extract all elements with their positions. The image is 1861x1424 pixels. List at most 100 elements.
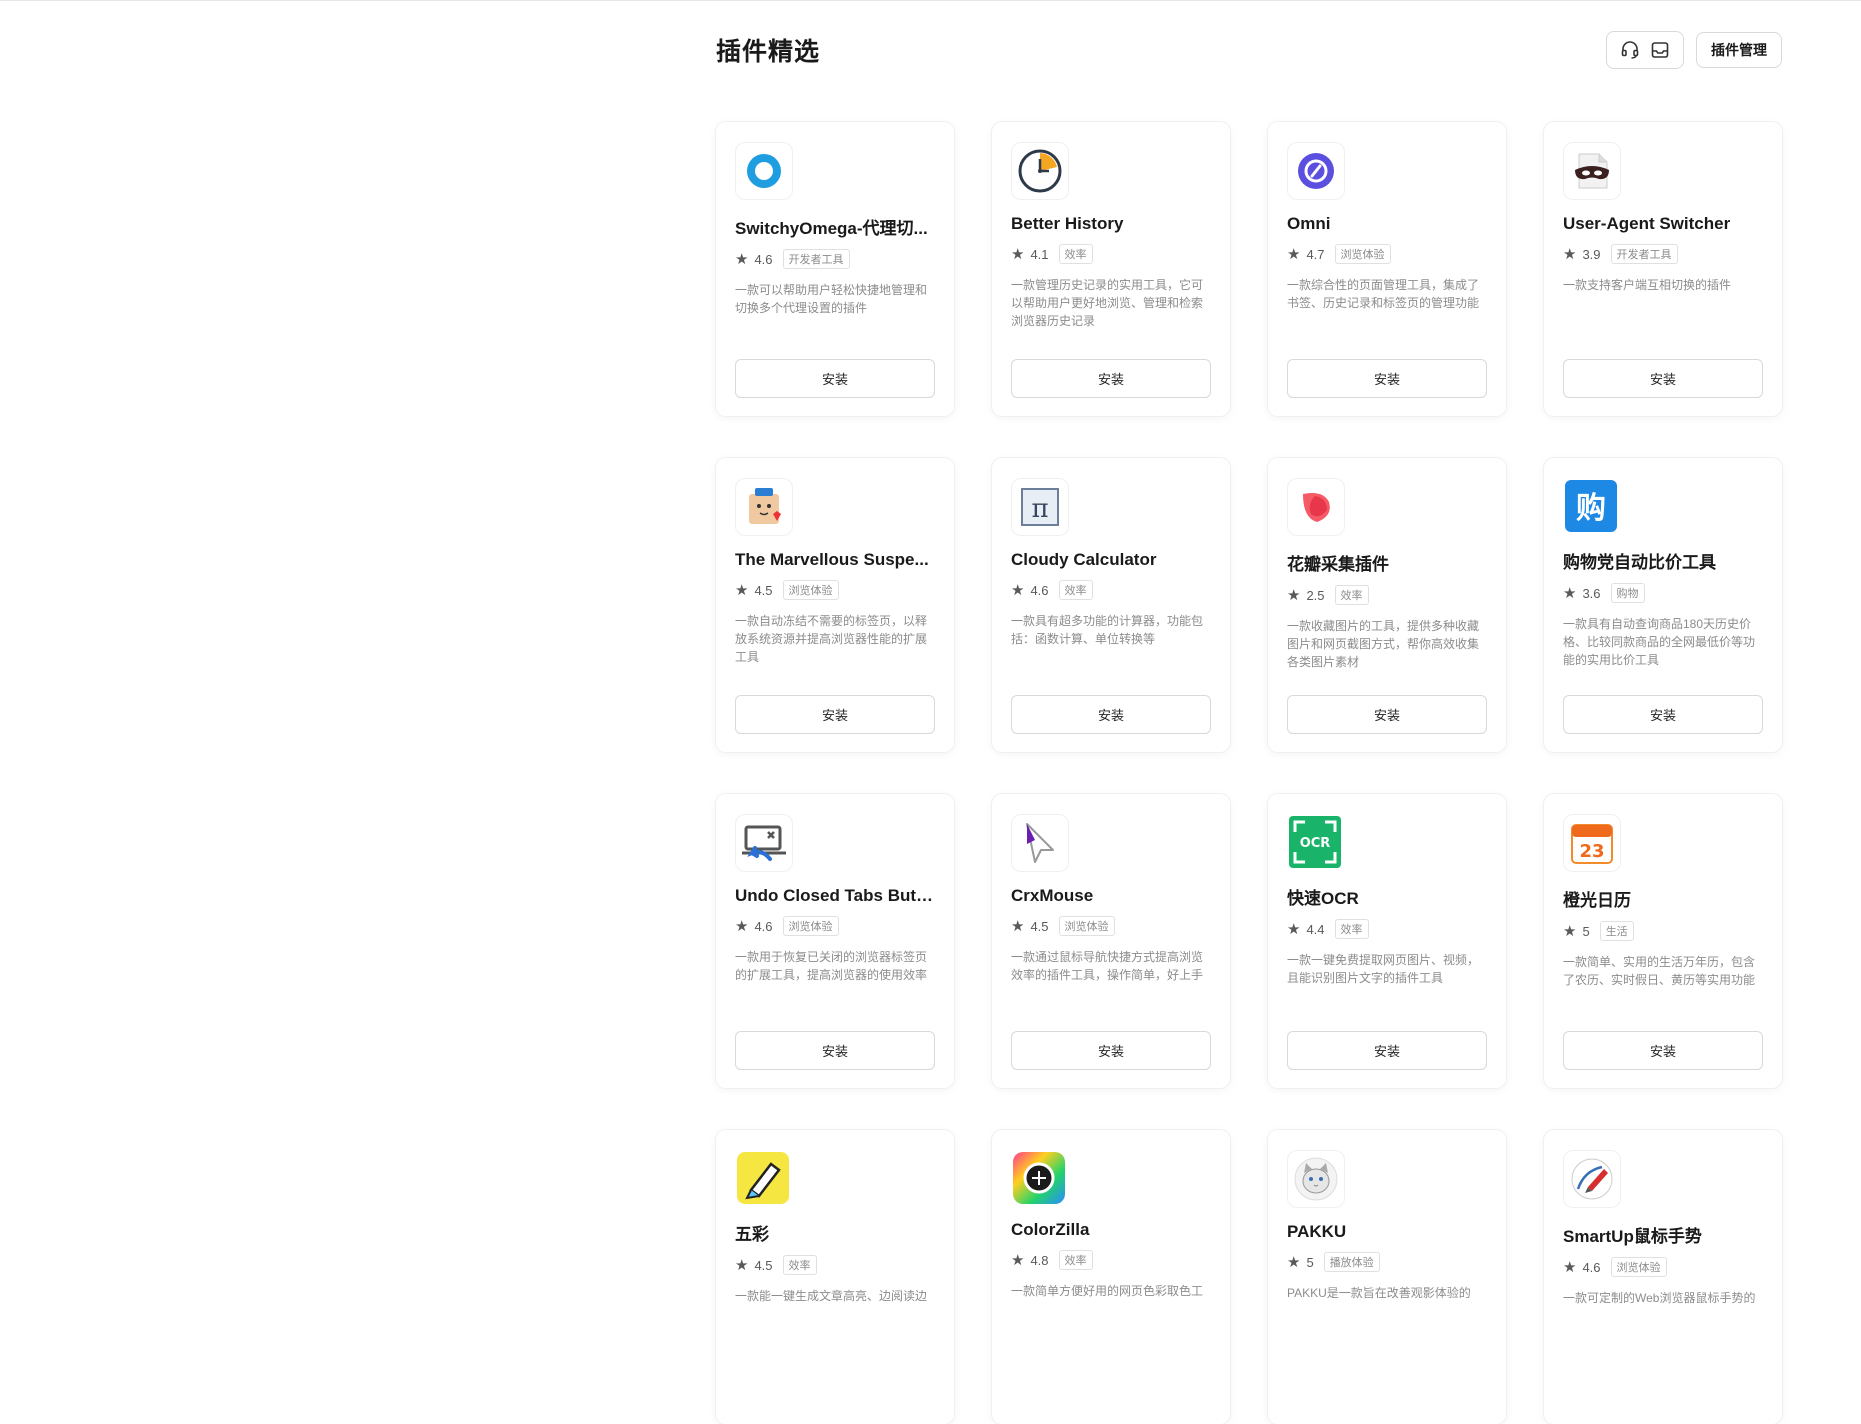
svg-text:购: 购 xyxy=(1576,491,1606,526)
plugin-card: Undo Closed Tabs Butt... ★ 4.6 浏览体验 一款用于… xyxy=(716,794,954,1088)
plugin-tag: 效率 xyxy=(1334,585,1369,605)
plugin-description: 一款综合性的页面管理工具，集成了书签、历史记录和标签页的管理功能 xyxy=(1287,278,1480,310)
plugin-description: 一款简单方便好用的网页色彩取色工 xyxy=(1011,1284,1204,1298)
plugin-description: 一款具有超多功能的计算器，功能包括：函数计算、单位转换等 xyxy=(1011,614,1204,646)
plugin-tag: 播放体验 xyxy=(1323,1252,1380,1272)
plugin-name: CrxMouse xyxy=(1011,886,1094,905)
star-icon: ★ xyxy=(735,250,749,268)
omni-icon xyxy=(1287,142,1345,200)
star-icon: ★ xyxy=(1563,245,1577,263)
plugin-description: 一款收藏图片的工具，提供多种收藏图片和网页截图方式，帮你高效收集各类图片素材 xyxy=(1287,619,1480,669)
plugin-card: 花瓣采集插件 ★ 2.5 效率 一款收藏图片的工具，提供多种收藏图片和网页截图方… xyxy=(1268,458,1506,752)
plugin-tag: 开发者工具 xyxy=(782,249,850,269)
install-button[interactable]: 安装 xyxy=(1287,695,1487,734)
install-button[interactable]: 安装 xyxy=(1563,695,1763,734)
plugin-meta: ★ 4.5 浏览体验 xyxy=(1011,916,1211,936)
plugin-rating: 4.6 xyxy=(754,251,773,267)
install-button[interactable]: 安装 xyxy=(735,1031,935,1070)
plugin-name: PAKKU xyxy=(1287,1222,1347,1241)
install-button[interactable]: 安装 xyxy=(735,359,935,398)
plugin-meta: ★ 4.5 浏览体验 xyxy=(735,580,935,600)
plugin-rating: 4.6 xyxy=(1030,582,1049,598)
plugin-description: 一款自动冻结不需要的标签页，以释放系统资源并提高浏览器性能的扩展工具 xyxy=(735,614,928,664)
plugin-name: User-Agent Switcher xyxy=(1563,214,1731,233)
plugin-meta: ★ 5 生活 xyxy=(1563,921,1763,941)
plugin-manage-button[interactable]: 插件管理 xyxy=(1696,32,1782,68)
plugin-description: 一款管理历史记录的实用工具，它可以帮助用户更好地浏览、管理和检索浏览器历史记录 xyxy=(1011,278,1204,328)
plugin-tag: 效率 xyxy=(1334,919,1369,939)
plugin-rating: 4.4 xyxy=(1306,921,1325,937)
header-icon-group xyxy=(1606,31,1684,69)
install-button[interactable]: 安装 xyxy=(1011,1031,1211,1070)
plugin-tag: 浏览体验 xyxy=(1610,1257,1667,1277)
svg-text:23: 23 xyxy=(1579,841,1604,862)
plugin-meta: ★ 4.1 效率 xyxy=(1011,244,1211,264)
plugin-name: 橙光日历 xyxy=(1563,891,1631,910)
plugin-rating: 3.6 xyxy=(1582,585,1601,601)
plugin-card: SmartUp鼠标手势 ★ 4.6 浏览体验 一款可定制的Web浏览器鼠标手势的 xyxy=(1544,1130,1782,1424)
install-button[interactable]: 安装 xyxy=(1563,1031,1763,1070)
switchyomega-icon xyxy=(735,142,793,200)
pi-calculator-icon: π xyxy=(1011,478,1069,536)
plugin-rating: 4.6 xyxy=(754,918,773,934)
plugin-tag: 购物 xyxy=(1610,583,1645,603)
better-history-icon xyxy=(1011,142,1069,200)
page-title: 插件精选 xyxy=(716,38,821,66)
plugin-tag: 浏览体验 xyxy=(1058,916,1115,936)
crxmouse-icon xyxy=(1011,814,1069,872)
plugin-rating: 3.9 xyxy=(1582,246,1601,262)
plugin-name: SwitchyOmega-代理切... xyxy=(735,219,928,238)
plugin-description: 一款可以帮助用户轻松快捷地管理和切换多个代理设置的插件 xyxy=(735,283,928,315)
plugin-description: 一款能一键生成文章高亮、边阅读边 xyxy=(735,1289,928,1303)
plugin-description: 一款可定制的Web浏览器鼠标手势的 xyxy=(1563,1291,1756,1305)
undo-closed-tabs-icon xyxy=(735,814,793,872)
star-icon: ★ xyxy=(1287,1253,1301,1271)
install-button[interactable]: 安装 xyxy=(735,695,935,734)
install-button[interactable]: 安装 xyxy=(1011,359,1211,398)
calendar-icon: 23 xyxy=(1563,814,1621,872)
headset-icon[interactable] xyxy=(1619,39,1641,61)
plugin-name: 快速OCR xyxy=(1287,889,1359,908)
plugin-meta: ★ 4.6 浏览体验 xyxy=(1563,1257,1763,1277)
plugin-rating: 4.8 xyxy=(1030,1252,1049,1268)
star-icon: ★ xyxy=(735,917,749,935)
plugin-card: ColorZilla ★ 4.8 效率 一款简单方便好用的网页色彩取色工 xyxy=(992,1130,1230,1424)
plugin-name: ColorZilla xyxy=(1011,1220,1090,1239)
plugin-tag: 浏览体验 xyxy=(1334,244,1391,264)
install-button[interactable]: 安装 xyxy=(1563,359,1763,398)
plugin-description: 一款一键免费提取网页图片、视频，且能识别图片文字的插件工具 xyxy=(1287,953,1480,985)
plugin-tag: 浏览体验 xyxy=(782,580,839,600)
plugin-meta: ★ 2.5 效率 xyxy=(1287,585,1487,605)
gouwudang-icon: 购 xyxy=(1563,478,1619,534)
huaban-icon xyxy=(1287,478,1345,536)
top-divider xyxy=(0,0,1861,1)
plugin-card: π Cloudy Calculator ★ 4.6 效率 一款具有超多功能的计算… xyxy=(992,458,1230,752)
install-button[interactable]: 安装 xyxy=(1011,695,1211,734)
star-icon: ★ xyxy=(1011,917,1025,935)
plugin-tag: 效率 xyxy=(1058,244,1093,264)
inbox-icon[interactable] xyxy=(1649,39,1671,61)
plugin-tag: 生活 xyxy=(1599,921,1634,941)
plugin-meta: ★ 5 播放体验 xyxy=(1287,1252,1487,1272)
plugin-meta: ★ 3.9 开发者工具 xyxy=(1563,244,1763,264)
star-icon: ★ xyxy=(1011,581,1025,599)
install-button[interactable]: 安装 xyxy=(1287,359,1487,398)
plugin-card: Better History ★ 4.1 效率 一款管理历史记录的实用工具，它可… xyxy=(992,122,1230,416)
plugin-description: 一款具有自动查询商品180天历史价格、比较同款商品的全网最低价等功能的实用比价工… xyxy=(1563,617,1756,667)
plugin-card: The Marvellous Suspe... ★ 4.5 浏览体验 一款自动冻… xyxy=(716,458,954,752)
plugin-description: 一款简单、实用的生活万年历，包含了农历、实时假日、黄历等实用功能 xyxy=(1563,955,1756,987)
plugin-meta: ★ 3.6 购物 xyxy=(1563,583,1763,603)
star-icon: ★ xyxy=(1563,584,1577,602)
plugin-rating: 4.7 xyxy=(1306,246,1325,262)
plugin-card: CrxMouse ★ 4.5 浏览体验 一款通过鼠标导航快捷方式提高浏览效率的插… xyxy=(992,794,1230,1088)
plugin-card: User-Agent Switcher ★ 3.9 开发者工具 一款支持客户端互… xyxy=(1544,122,1782,416)
star-icon: ★ xyxy=(1287,586,1301,604)
wucai-highlighter-icon xyxy=(735,1150,791,1206)
plugin-meta: ★ 4.8 效率 xyxy=(1011,1250,1211,1270)
plugin-grid: SwitchyOmega-代理切... ★ 4.6 开发者工具 一款可以帮助用户… xyxy=(716,122,1782,1424)
plugin-description: 一款支持客户端互相切换的插件 xyxy=(1563,278,1732,292)
install-button[interactable]: 安装 xyxy=(1287,1031,1487,1070)
marvellous-suspender-icon xyxy=(735,478,793,536)
star-icon: ★ xyxy=(735,581,749,599)
star-icon: ★ xyxy=(1011,245,1025,263)
